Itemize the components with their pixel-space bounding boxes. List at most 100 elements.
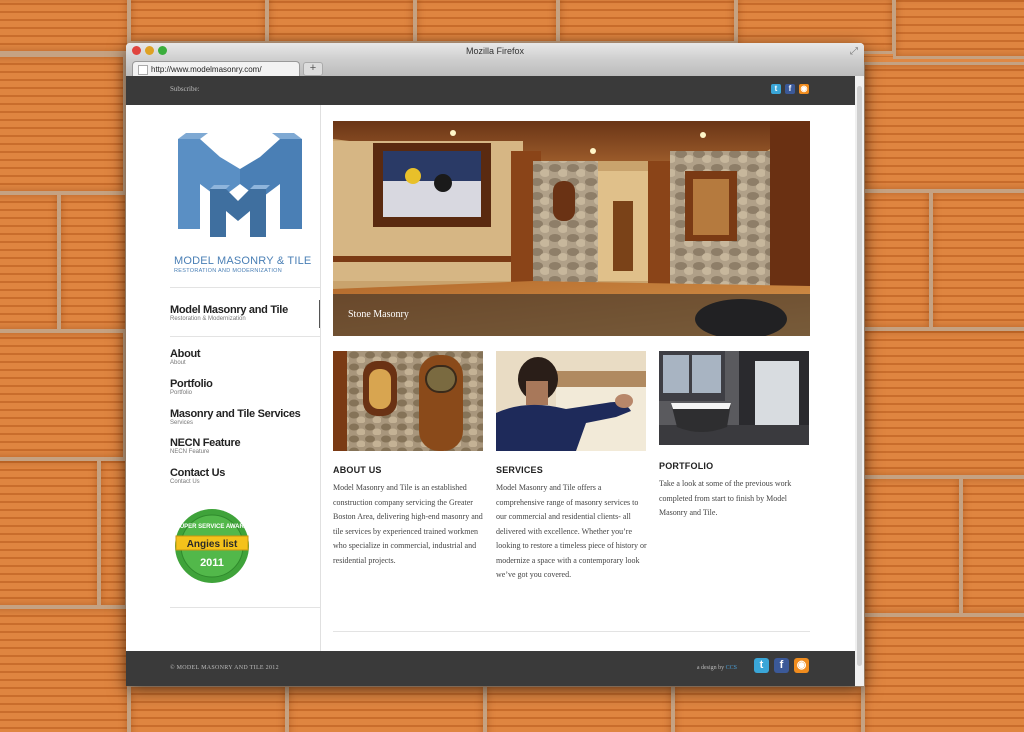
- brick: [0, 192, 60, 332]
- nav-title: About: [170, 348, 201, 360]
- twitter-icon[interactable]: t: [771, 84, 781, 94]
- badge-brand: Angies list: [187, 539, 238, 550]
- nav-subtitle: Contact Us: [170, 479, 200, 485]
- nav-title: Masonry and Tile Services: [170, 408, 301, 420]
- brick: [862, 476, 962, 616]
- brick: [862, 614, 1024, 732]
- zoom-button[interactable]: [158, 46, 167, 55]
- nav-subtitle: Portfolio: [170, 390, 193, 396]
- minimize-button[interactable]: [145, 46, 154, 55]
- brick: [0, 330, 126, 460]
- top-bar: Subscribe: t f ◉: [126, 76, 855, 105]
- services-heading[interactable]: SERVICES: [496, 465, 647, 475]
- web-page: Subscribe: t f ◉ MODEL MASONRY & TILE RE…: [126, 76, 855, 686]
- facebook-icon[interactable]: f: [785, 84, 795, 94]
- subscribe-label: Subscribe:: [170, 85, 200, 93]
- services-thumbnail[interactable]: [496, 351, 646, 451]
- about-thumbnail[interactable]: [333, 351, 483, 451]
- brick: [58, 192, 128, 332]
- nav-title: Contact Us: [170, 467, 226, 479]
- favicon-icon: [138, 65, 148, 75]
- fullscreen-icon[interactable]: ⤢: [850, 44, 858, 60]
- brick: [414, 0, 559, 44]
- rss-icon[interactable]: ◉: [799, 84, 809, 94]
- footer-social-icons: t f ◉: [754, 658, 809, 673]
- brick: [0, 54, 126, 194]
- brick: [128, 684, 288, 732]
- sidebar-divider: [170, 287, 320, 288]
- social-icons: t f ◉: [771, 84, 809, 94]
- services-text: Model Masonry and Tile offers a comprehe…: [496, 483, 647, 579]
- nav-item-about[interactable]: About About: [170, 348, 201, 367]
- about-section: ABOUT US Model Masonry and Tile is an es…: [333, 351, 484, 568]
- nav-item-contact[interactable]: Contact Us Contact Us: [170, 467, 225, 486]
- nav-subtitle: Services: [170, 420, 194, 426]
- vertical-scrollbar[interactable]: [855, 76, 864, 686]
- brick: [862, 328, 1024, 478]
- logo-tagline: RESTORATION AND MODERNIZATION: [174, 268, 283, 274]
- nav-title: Portfolio: [170, 378, 213, 390]
- nav-title: NECN Feature: [170, 437, 241, 449]
- hero-image[interactable]: Stone Masonry: [333, 121, 810, 336]
- badge-top-text: SUPER SERVICE AWARD: [176, 524, 249, 530]
- sidebar-divider: [170, 607, 320, 608]
- new-tab-button[interactable]: +: [303, 62, 323, 76]
- portfolio-thumbnail[interactable]: [659, 351, 809, 445]
- hero-caption: Stone Masonry: [333, 294, 810, 336]
- footer-credit-link[interactable]: CCS: [726, 665, 737, 671]
- portfolio-heading[interactable]: PORTFOLIO: [659, 461, 810, 471]
- sidebar-divider: [170, 336, 320, 337]
- nav-item-necn-feature[interactable]: NECN Feature NECN Feature: [170, 437, 241, 456]
- footer-credit-prefix: a design by: [696, 665, 725, 671]
- brick: [862, 62, 1024, 192]
- nav-item-portfolio[interactable]: Portfolio Portfolio: [170, 378, 213, 397]
- nav-title: Model Masonry and Tile: [170, 304, 288, 316]
- window-title: Mozilla Firefox: [465, 46, 524, 56]
- portfolio-text: Take a look at some of the previous work…: [659, 479, 792, 517]
- facebook-icon[interactable]: f: [774, 658, 789, 673]
- tab-url: http://www.modelmasonry.com/: [151, 65, 262, 74]
- brick: [484, 684, 674, 732]
- brick: [286, 684, 486, 732]
- brick: [672, 684, 864, 732]
- brick: [266, 0, 416, 44]
- browser-window: Mozilla Firefox ⤢ http://www.modelmasonr…: [126, 43, 864, 686]
- brick: [960, 476, 1024, 616]
- brick: [557, 0, 737, 44]
- footer: © MODEL MASONRY AND TILE 2012 a design b…: [126, 651, 855, 686]
- brick: [893, 0, 1024, 59]
- services-section: SERVICES Model Masonry and Tile offers a…: [496, 351, 647, 583]
- browser-tab[interactable]: http://www.modelmasonry.com/: [132, 61, 300, 76]
- content-divider: [333, 631, 810, 632]
- angies-list-award-badge[interactable]: SUPER SERVICE AWARD Angies list 2011: [174, 508, 250, 584]
- nav-subtitle: NECN Feature: [170, 449, 210, 455]
- logo-name: MODEL MASONRY & TILE: [174, 255, 312, 267]
- sidebar: MODEL MASONRY & TILE RESTORATION AND MOD…: [126, 105, 321, 651]
- footer-copyright: © MODEL MASONRY AND TILE 2012: [170, 665, 279, 671]
- brick: [128, 0, 268, 44]
- brick: [0, 458, 100, 608]
- about-heading[interactable]: ABOUT US: [333, 465, 484, 475]
- window-titlebar: Mozilla Firefox ⤢: [126, 43, 864, 59]
- badge-year: 2011: [200, 557, 224, 569]
- hero-caption-text: Stone Masonry: [348, 309, 409, 320]
- rss-icon[interactable]: ◉: [794, 658, 809, 673]
- brick: [98, 458, 128, 608]
- nav-item-home[interactable]: Model Masonry and Tile Restoration & Mod…: [170, 304, 288, 323]
- portfolio-section: PORTFOLIO Take a look at some of the pre…: [659, 351, 810, 521]
- scrollbar-thumb[interactable]: [857, 86, 862, 666]
- sidebar-separator: [320, 105, 321, 651]
- footer-credit: a design by CCS: [697, 665, 737, 671]
- nav-item-services[interactable]: Masonry and Tile Services Services: [170, 408, 301, 427]
- window-controls: [132, 46, 167, 55]
- about-text: Model Masonry and Tile is an established…: [333, 483, 483, 565]
- brick: [0, 606, 130, 732]
- nav-subtitle: Restoration & Modernization: [170, 316, 246, 322]
- logo-icon[interactable]: [170, 129, 305, 249]
- twitter-icon[interactable]: t: [754, 658, 769, 673]
- brick: [0, 0, 130, 54]
- brick: [930, 190, 1024, 330]
- nav-subtitle: About: [170, 360, 186, 366]
- tab-strip: http://www.modelmasonry.com/ +: [126, 59, 864, 77]
- close-button[interactable]: [132, 46, 141, 55]
